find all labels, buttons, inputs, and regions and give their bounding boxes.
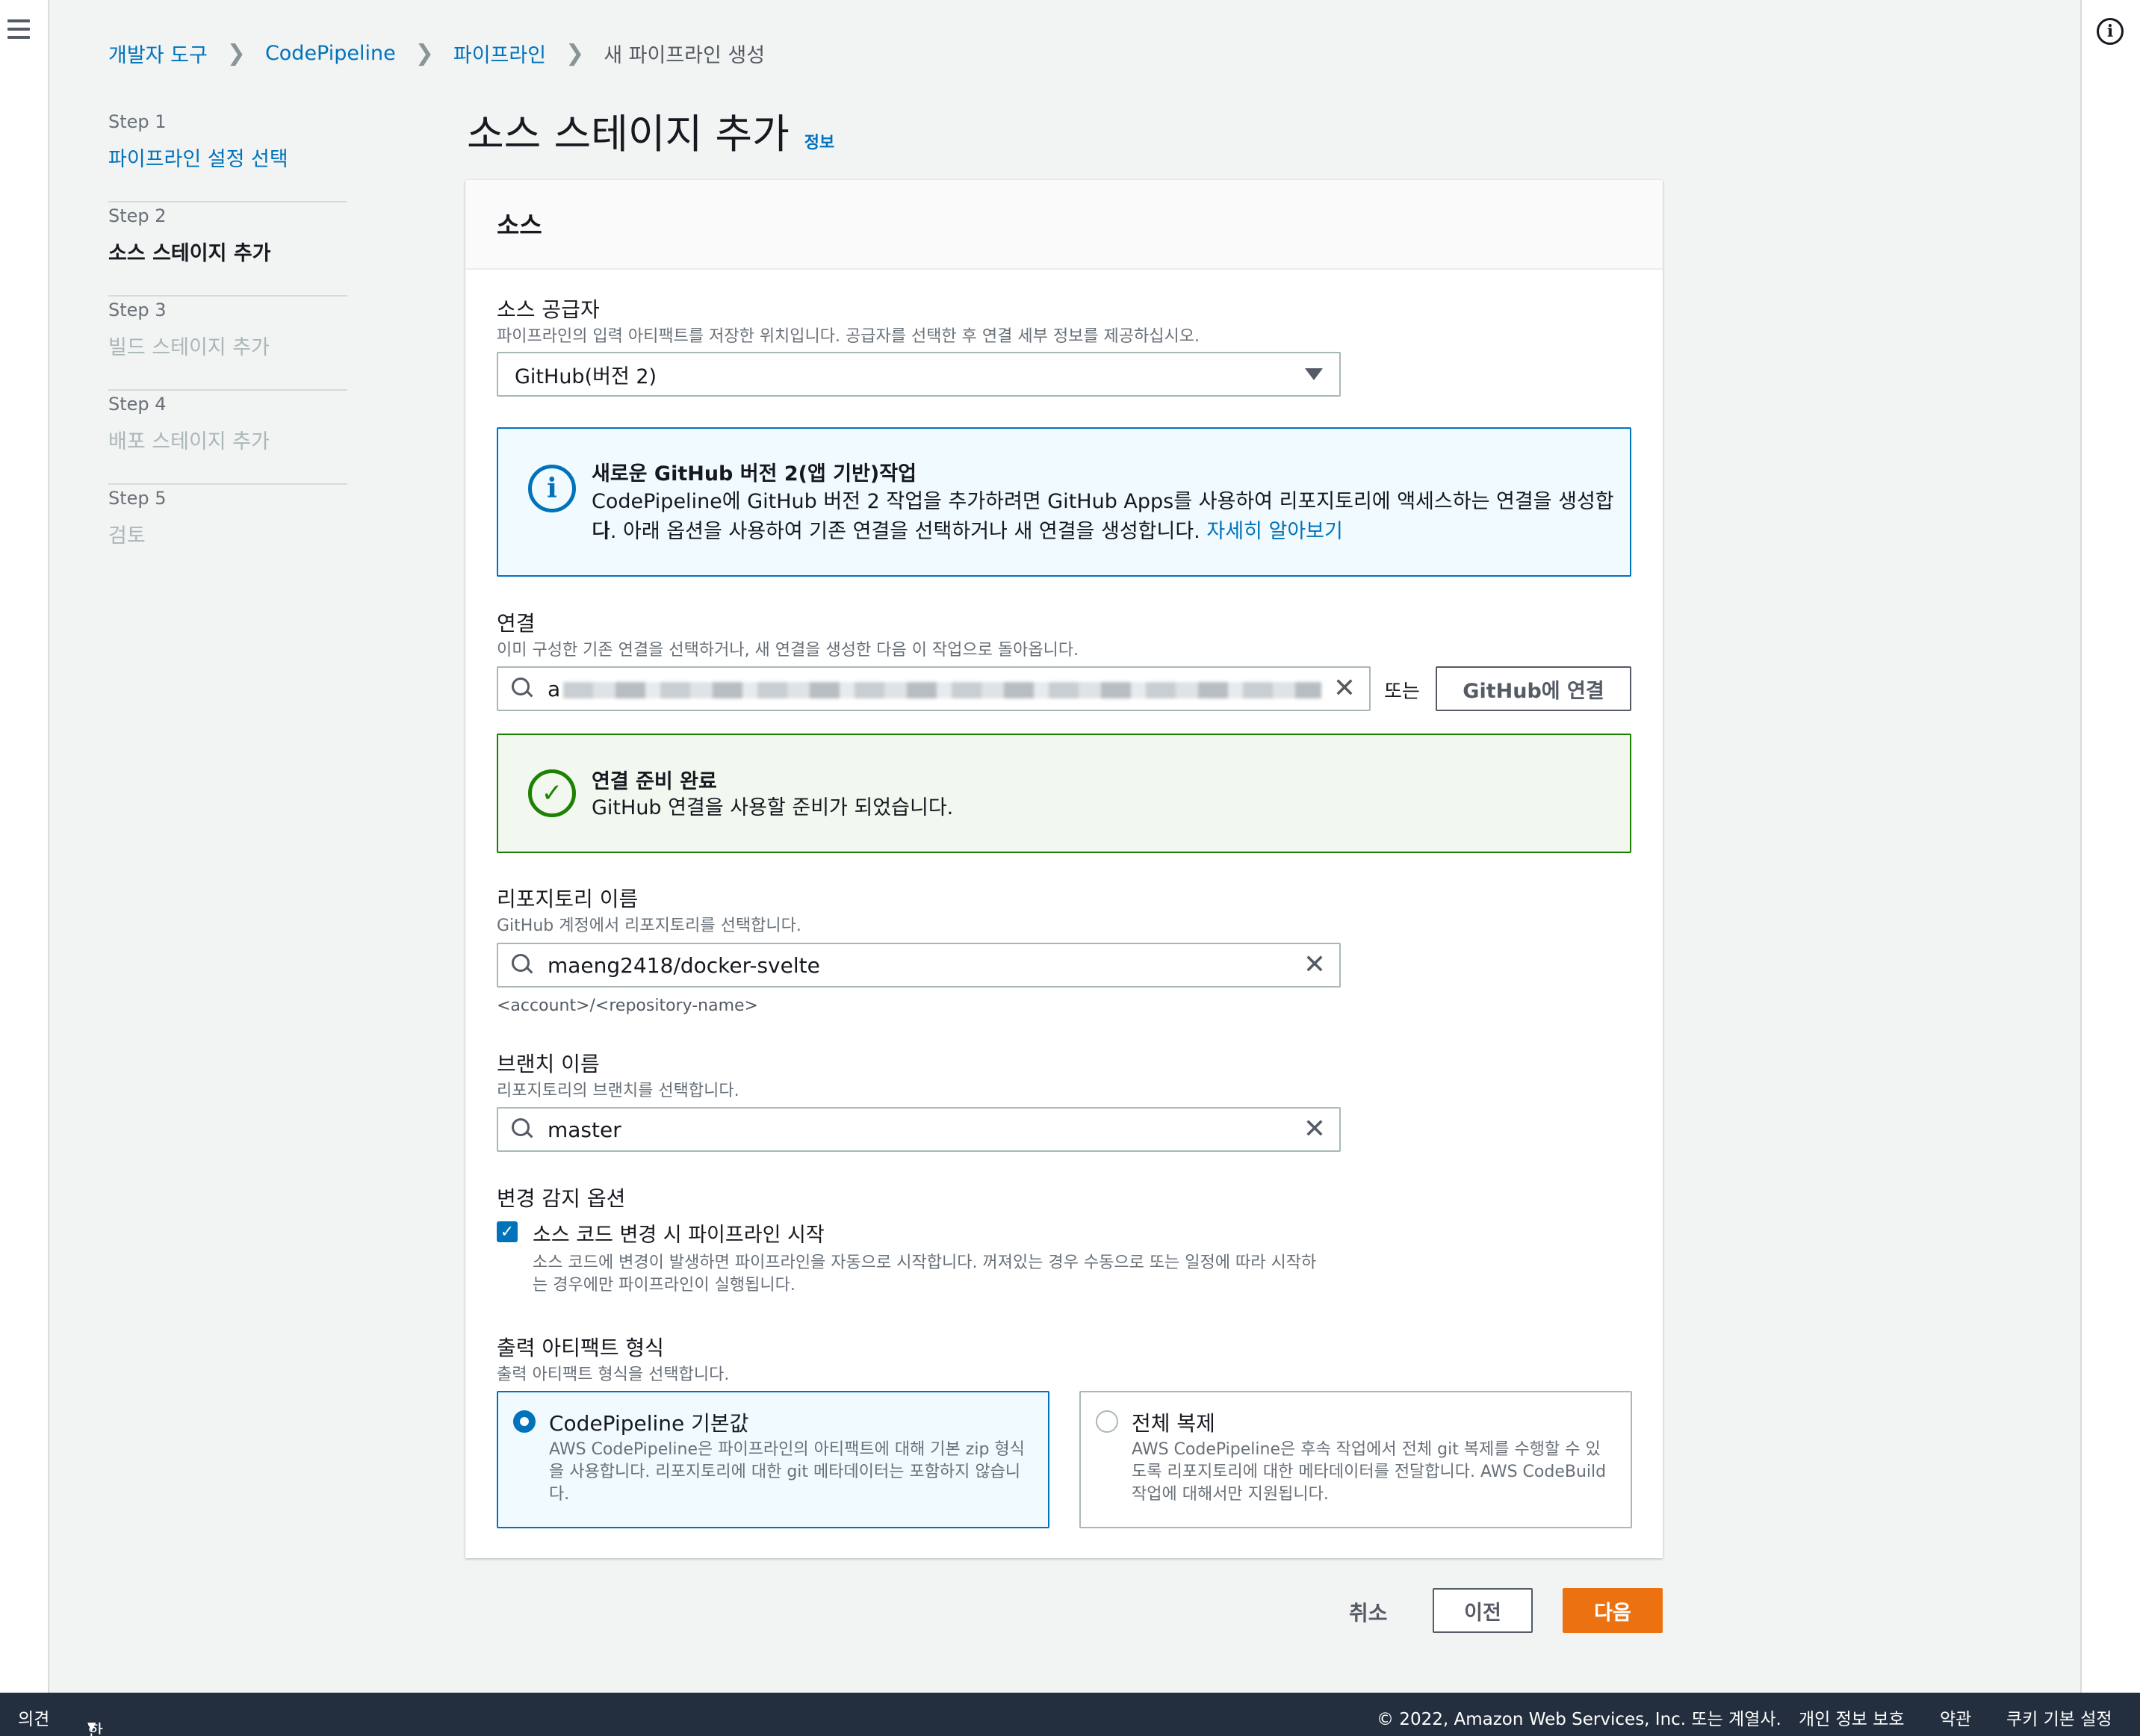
branch-search-input[interactable]: master ✕ [497,1107,1341,1152]
wizard-step-4: Step 4 배포 스테이지 추가 [108,391,347,485]
output-artifact-label: 출력 아티팩트 형식 [497,1336,664,1360]
step-title: 검토 [108,524,146,548]
learn-more-link[interactable]: 자세히 알아보기 [1206,520,1342,543]
info-link[interactable]: 정보 [804,129,834,153]
search-icon [512,1118,534,1141]
checkbox-description-line2: 는 경우에만 파이프라인이 실행됩니다. [533,1276,795,1295]
step-number: Step 1 [108,111,167,132]
connection-description: 이미 구성한 기존 연결을 선택하거나, 새 연결을 생성한 다음 이 작업으로… [497,641,1079,660]
caret-down-icon: ▾ [87,1717,96,1736]
or-text: 또는 [1384,681,1420,703]
chevron-right-icon: ❯ [565,40,585,66]
panel-header: 소스 [465,180,1663,270]
cancel-button[interactable]: 취소 [1349,1597,1388,1627]
change-detection-label: 변경 감지 옵션 [497,1186,626,1211]
caret-down-icon [1305,368,1323,380]
option-title: CodePipeline 기본값 [549,1411,749,1436]
checkbox-description-line1: 소스 코드에 변경이 발생하면 파이프라인을 자동으로 시작합니다. 꺼져있는 … [533,1253,1317,1272]
connection-label: 연결 [497,611,536,636]
clear-icon[interactable]: ✕ [1333,675,1356,702]
info-icon: i [528,465,576,512]
wizard-steps: Step 1 파이프라인 설정 선택 Step 2 소스 스테이지 추가 Ste… [108,108,347,579]
step-number: Step 2 [108,205,167,226]
connection-value: a [548,677,1333,701]
output-option-codepipeline-default[interactable]: CodePipeline 기본값 AWS CodePipeline은 파이프라인… [497,1391,1049,1528]
clear-icon[interactable]: ✕ [1303,952,1326,979]
page-header: 소스 스테이지 추가 정보 [467,101,834,160]
tools-panel-rail: i [2080,0,2140,1693]
step-title: 배포 스테이지 추가 [108,430,270,453]
wizard-step-5: Step 5 검토 [108,485,347,579]
connect-to-github-button[interactable]: GitHub에 연결 [1436,666,1631,711]
alert-title: 연결 준비 완료 [592,770,717,793]
branch-label: 브랜치 이름 [497,1052,600,1076]
panel-title: 소스 [497,211,542,240]
output-artifact-description: 출력 아티팩트 형식을 선택합니다. [497,1365,730,1384]
redacted-connection-arn [563,681,1322,698]
branch-description: 리포지토리의 브랜치를 선택합니다. [497,1082,739,1100]
menu-icon[interactable] [7,19,30,40]
search-icon [512,678,534,700]
console-footer: 의견 한국어 ▾ © 2022, Amazon Web Services, In… [0,1693,2140,1736]
radio-button[interactable] [1096,1410,1118,1433]
step-title: 소스 스테이지 추가 [108,242,271,265]
previous-button[interactable]: 이전 [1433,1588,1533,1633]
side-navigation-rail [0,0,49,1693]
breadcrumb-developer-tools[interactable]: 개발자 도구 [108,39,208,68]
repository-description: GitHub 계정에서 리포지토리를 선택합니다. [497,917,801,935]
repository-value: maeng2418/docker-svelte [548,952,820,978]
wizard-step-1: Step 1 파이프라인 설정 선택 [108,108,347,202]
alert-body: GitHub 연결을 사용할 준비가 되었습니다. [592,796,954,819]
wizard-step-2: Step 2 소스 스테이지 추가 [108,202,347,297]
source-provider-label: 소스 공급자 [497,297,600,322]
step-number: Step 4 [108,394,167,415]
next-button[interactable]: 다음 [1563,1588,1663,1633]
page-title: 소스 스테이지 추가 [467,111,790,158]
github-v2-info-alert: i 새로운 GitHub 버전 2(앱 기반)작업 CodePipeline에 … [497,427,1631,577]
option-description: AWS CodePipeline은 후속 작업에서 전체 git 복제를 수행할… [1132,1440,1607,1504]
step-title: 빌드 스테이지 추가 [108,336,270,359]
breadcrumb-current: 새 파이프라인 생성 [604,44,766,67]
feedback-link[interactable]: 의견 [18,1705,49,1730]
source-provider-value: GitHub(버전 2) [515,365,657,388]
search-icon [512,954,534,976]
connection-ready-alert: ✓ 연결 준비 완료 GitHub 연결을 사용할 준비가 되었습니다. [497,734,1631,853]
breadcrumb-pipelines[interactable]: 파이프라인 [453,39,546,68]
step-number: Step 3 [108,300,167,320]
wizard-step-3: Step 3 빌드 스테이지 추가 [108,297,347,391]
repository-search-input[interactable]: maeng2418/docker-svelte ✕ [497,943,1341,988]
repository-label: 리포지토리 이름 [497,887,639,911]
radio-button[interactable] [513,1410,536,1433]
source-provider-description: 파이프라인의 입력 아티팩트를 저장한 위치입니다. 공급자를 선택한 후 연결… [497,327,1200,346]
chevron-right-icon: ❯ [226,40,246,66]
output-option-full-clone[interactable]: 전체 복제 AWS CodePipeline은 후속 작업에서 전체 git 복… [1079,1391,1632,1528]
step-number: Step 5 [108,488,167,509]
option-description: AWS CodePipeline은 파이프라인의 아티팩트에 대해 기본 zip… [549,1440,1025,1504]
alert-body-line2: 다. 아래 옵션을 사용하여 기존 연결을 선택하거나 새 연결을 생성합니다.… [592,520,1343,543]
option-title: 전체 복제 [1132,1411,1215,1436]
breadcrumb-codepipeline[interactable]: CodePipeline [265,42,396,65]
branch-value: master [548,1117,621,1142]
success-check-icon: ✓ [528,769,576,817]
connection-search-input[interactable]: a ✕ [497,666,1371,711]
copyright-text: © 2022, Amazon Web Services, Inc. 또는 계열사… [1377,1710,1781,1729]
checkbox-label: 소스 코드 변경 시 파이프라인 시작 [533,1224,825,1247]
chevron-right-icon: ❯ [415,40,434,66]
step-title-link[interactable]: 파이프라인 설정 선택 [108,143,347,172]
repository-hint: <account>/<repository-name> [497,996,758,1015]
alert-title: 새로운 GitHub 버전 2(앱 기반)작업 [592,462,917,486]
source-provider-select[interactable]: GitHub(버전 2) [497,352,1341,397]
source-panel: 소스 소스 공급자 파이프라인의 입력 아티팩트를 저장한 위치입니다. 공급자… [465,180,1663,1558]
privacy-link[interactable]: 개인 정보 보호 [1799,1705,1905,1730]
cookie-preferences-link[interactable]: 쿠키 기본 설정 [2006,1705,2112,1730]
start-pipeline-checkbox[interactable]: ✓ [497,1221,518,1242]
info-icon[interactable]: i [2097,18,2124,45]
terms-link[interactable]: 약관 [1940,1705,1971,1730]
clear-icon[interactable]: ✕ [1303,1116,1326,1143]
breadcrumb: 개발자 도구 ❯ CodePipeline ❯ 파이프라인 ❯ 새 파이프라인 … [108,39,765,68]
